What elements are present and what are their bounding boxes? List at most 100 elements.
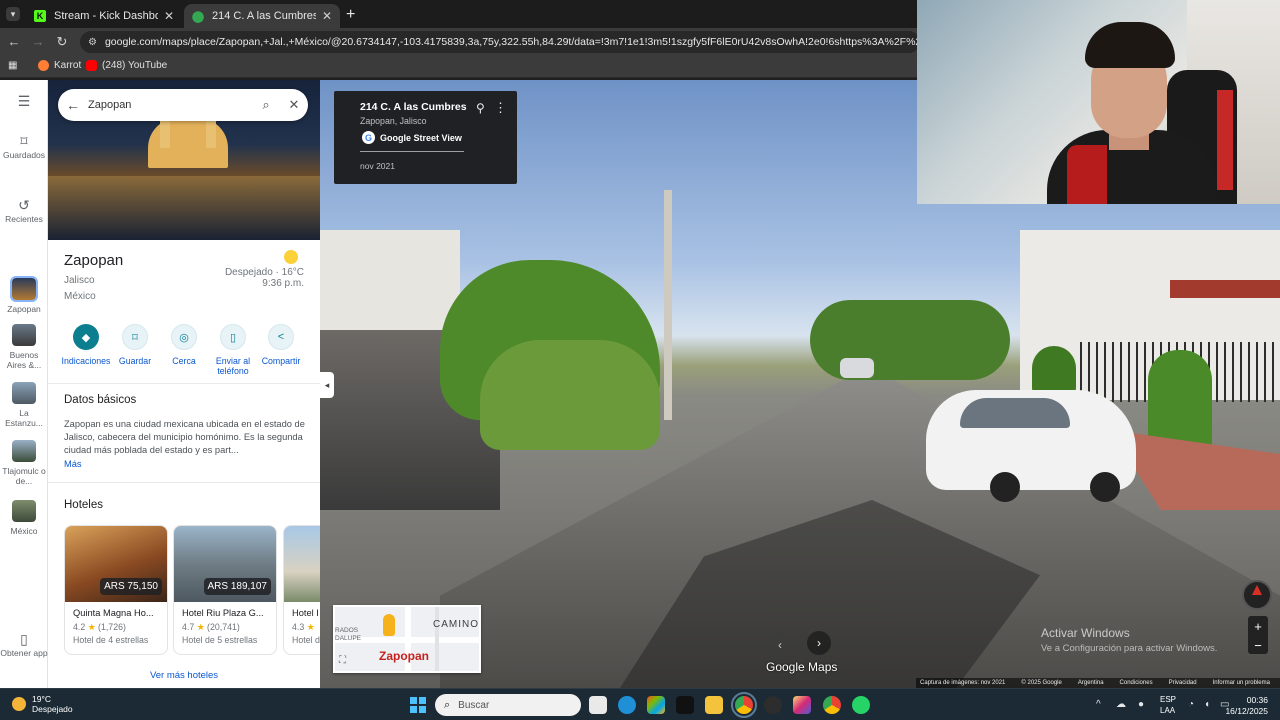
sv-date[interactable]: nov 2021 [360,161,395,171]
file-explorer-icon[interactable] [705,696,723,714]
search-input[interactable] [88,99,252,111]
hotel-class: Hotel de 5 estrellas [182,635,258,645]
weather-time: 9:36 p.m. [262,278,304,289]
street-view-minimap[interactable]: RADOS DALUPE CAMINO Zapopan ⛶ [333,605,481,673]
taskbar-clock-time[interactable]: 00:36 [1247,695,1268,705]
attribution-report[interactable]: Informar un problema [1213,680,1270,686]
street-view-brand[interactable]: G Google Street View [362,131,462,144]
instagram-icon[interactable] [793,696,811,714]
hotel-photo [284,526,320,602]
rail-history-mexico[interactable]: México [0,500,48,536]
rail-recent[interactable]: ↺ Recientes [0,198,48,224]
divider [48,482,320,483]
hotel-card[interactable]: Hotel I 4.3 ★ Hotel d [283,525,320,655]
action-save[interactable]: ⌑ Guardar [110,324,160,366]
tab-google-maps[interactable]: ⬤ 214 C. A las Cumbres - Google ✕ [184,4,340,28]
next-arrow-icon[interactable]: › [807,631,831,655]
zoom-in-button[interactable]: + [1248,616,1268,636]
wifi-icon[interactable]: ◔ [1188,699,1194,710]
bookmark-youtube[interactable]: (248) YouTube [86,60,167,71]
search-icon[interactable]: ⌕ [252,97,280,113]
rail-history-la-estanzuela[interactable]: La Estanzu... [0,382,48,428]
expand-icon[interactable]: ⛶ [339,655,346,666]
new-tab-button[interactable]: + [346,6,355,24]
more-link[interactable]: Más [64,459,82,469]
weather-sun-icon [284,250,298,264]
menu-button[interactable]: ☰ [0,94,48,110]
close-icon[interactable]: ✕ [280,97,308,113]
rail-get-app[interactable]: ▯ Obtener app [0,632,48,658]
hotel-card[interactable]: ARS 189,107 Hotel Riu Plaza G... 4.7 ★ (… [173,525,277,655]
taskbar-clock-date[interactable]: 16/12/2025 [1225,706,1268,716]
previous-arrow-icon[interactable]: ‹ [768,633,792,657]
whatsapp-icon[interactable] [852,696,870,714]
attribution-terms[interactable]: Condiciones [1120,680,1153,686]
sv-car-window [960,398,1070,428]
search-box: ← ⌕ ✕ [58,89,308,121]
collapse-panel-button[interactable]: ◂ [320,372,334,398]
share-icon: < [268,324,294,350]
rail-history-buenos-aires[interactable]: Buenos Aires &... [0,324,48,370]
youtube-icon [86,60,97,71]
copilot-icon[interactable] [647,696,665,714]
chrome-profile-icon[interactable] [823,696,841,714]
tab-kick-dashboard[interactable]: K Stream - Kick Dashboard ✕ [26,4,182,28]
more-vert-icon[interactable]: ⋮ [494,100,507,116]
rail-history-tlajomulco[interactable]: Tlajomulc o de... [0,440,48,486]
apps-icon[interactable]: ▦ [8,60,17,71]
zoom-out-button[interactable]: − [1248,636,1268,654]
input-layout[interactable]: LAA [1160,706,1175,715]
action-send-to-phone[interactable]: ▯ Enviar al teléfono [208,324,258,376]
reload-icon[interactable]: ↻ [54,34,70,50]
site-info-icon[interactable]: ⚙ [88,37,97,48]
attribution-copyright: © 2025 Google [1021,680,1062,686]
close-tab-icon[interactable]: ✕ [322,9,332,23]
bookmark-label: Karrot [54,60,82,71]
bookmark-icon: ⌑ [20,133,28,149]
bookmark-karrot[interactable]: Karrot [38,60,81,71]
tray-app-icon[interactable]: ☁ [1116,699,1126,710]
place-thumbnail [10,276,38,302]
location-pin-icon[interactable]: ⚲ [476,101,485,115]
attribution-privacy[interactable]: Privacidad [1169,680,1197,686]
url-text: google.com/maps/place/Zapopan,+Jal.,+Méx… [104,36,920,48]
rail-label: México [10,526,38,536]
tray-overflow-icon[interactable]: ^ [1096,699,1101,710]
bookmark-label: (248) YouTube [102,60,168,71]
tab-title: 214 C. A las Cumbres - Google [212,10,316,22]
attribution-region[interactable]: Argentina [1078,680,1104,686]
forward-icon[interactable]: → [30,34,46,49]
edge-icon[interactable] [618,696,636,714]
sv-pole [664,190,672,420]
mm-road [405,607,411,671]
sv-far-car [840,358,874,378]
action-share[interactable]: < Compartir [256,324,306,366]
compass-icon[interactable] [1242,580,1272,610]
rail-saved[interactable]: ⌑ Guardados [0,133,48,160]
sv-roof-right [1170,280,1280,298]
address-bar[interactable]: ⚙ google.com/maps/place/Zapopan,+Jal.,+M… [80,31,920,53]
windows-start-icon[interactable] [410,697,426,713]
nearby-icon: ◎ [171,324,197,350]
tab-search-menu-button[interactable]: ▾ [6,7,20,21]
rail-history-zapopan[interactable]: Zapopan [0,276,48,314]
task-view-icon[interactable] [589,696,607,714]
hotel-rating: 4.2 ★ (1,726) [73,622,126,632]
maps-side-rail: ☰ ⌑ Guardados ↺ Recientes Zapopan Buenos… [0,80,48,688]
close-tab-icon[interactable]: ✕ [164,9,174,23]
obs-icon[interactable] [764,696,782,714]
action-directions[interactable]: ◆ Indicaciones [61,324,111,366]
basics-description: Zapopan es una ciudad mexicana ubicada e… [64,419,305,455]
input-language[interactable]: ESP [1160,695,1176,704]
volume-icon[interactable]: ◖ [1204,699,1210,710]
taskbar-search-box[interactable]: ⌕ Buscar [435,694,581,716]
back-arrow-icon[interactable]: ← [58,97,88,113]
chrome-icon[interactable] [731,692,757,718]
back-icon[interactable]: ← [6,34,22,49]
taskbar-weather-widget[interactable]: 19°C Despejado [12,694,73,714]
microphone-icon[interactable]: ● [1138,699,1144,710]
more-hotels-link[interactable]: Ver más hoteles [48,670,320,681]
action-nearby[interactable]: ◎ Cerca [159,324,209,366]
tiktok-icon[interactable] [676,696,694,714]
hotel-card[interactable]: ARS 75,150 Quinta Magna Ho... 4.2 ★ (1,7… [64,525,168,655]
